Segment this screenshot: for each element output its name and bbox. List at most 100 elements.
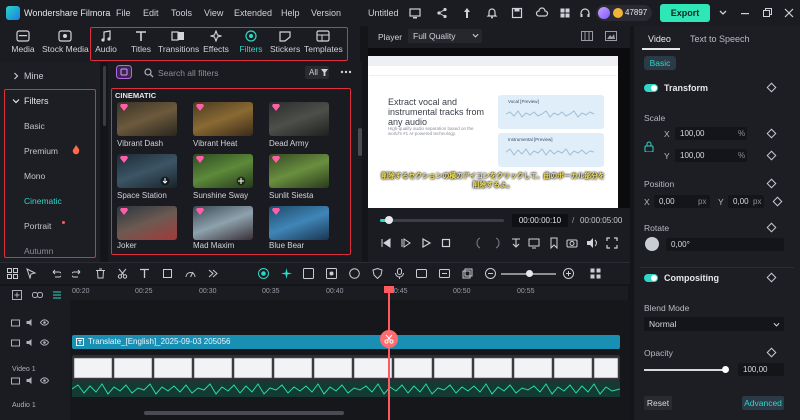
more-icon[interactable] [340, 68, 352, 76]
timecode-current[interactable]: 00:00:00:10 [512, 214, 568, 227]
snapshot-icon[interactable] [605, 31, 617, 41]
sidebar-item-mono[interactable]: Mono [24, 171, 45, 181]
undo-icon[interactable] [50, 268, 61, 279]
add-icon[interactable] [236, 176, 246, 186]
timeline-grid-icon[interactable] [590, 268, 601, 279]
quality-dropdown[interactable]: Full Quality [408, 29, 482, 43]
playback-progress-knob[interactable] [385, 216, 393, 224]
sparkle-icon[interactable] [281, 268, 292, 279]
chevron-down-icon[interactable] [12, 97, 20, 105]
track-mute-icon[interactable] [26, 338, 35, 347]
search-box[interactable]: Search all filters [138, 66, 298, 80]
volume-icon[interactable] [586, 237, 598, 249]
track-mute-icon[interactable] [26, 318, 35, 327]
rotate-dial[interactable] [645, 237, 659, 251]
blend-mode-select[interactable]: Normal [644, 317, 784, 331]
tool-stock-media[interactable]: Stock Media [42, 28, 89, 60]
select-arrow-icon[interactable] [26, 268, 37, 279]
link-icon[interactable] [32, 291, 43, 299]
opacity-slider-knob[interactable] [722, 366, 729, 373]
add-track-icon[interactable] [12, 290, 22, 300]
menu-view[interactable]: View [204, 8, 223, 18]
menu-tools[interactable]: Tools [171, 8, 192, 18]
insert-icon[interactable] [510, 237, 522, 249]
time-ruler[interactable] [70, 286, 628, 300]
play-icon[interactable] [420, 237, 432, 249]
audio-waveform[interactable] [72, 381, 620, 397]
timeline-scrollbar[interactable] [144, 411, 344, 415]
shield-icon[interactable] [372, 268, 383, 279]
tab-video[interactable]: Video [648, 34, 671, 44]
mark-in-icon[interactable] [472, 237, 484, 249]
headset-icon[interactable] [578, 6, 592, 20]
menu-extended[interactable]: Extended [234, 8, 272, 18]
prev-frame-icon[interactable] [380, 237, 392, 249]
track-folder-icon[interactable] [11, 318, 20, 327]
restore-icon[interactable] [760, 6, 774, 20]
sidebar-item-portrait[interactable]: Portrait [24, 221, 51, 231]
menu-file[interactable]: File [116, 8, 131, 18]
monitor-icon[interactable] [408, 6, 422, 20]
delete-icon[interactable] [95, 268, 106, 279]
sidebar-item-cinematic[interactable]: Cinematic [24, 196, 62, 206]
tab-text-to-speech[interactable]: Text to Speech [690, 34, 750, 44]
camera-icon[interactable] [566, 237, 578, 249]
layers-icon[interactable] [462, 268, 473, 279]
pin-icon[interactable] [460, 6, 474, 20]
track-eye-icon[interactable] [40, 318, 49, 327]
track-mute-icon[interactable] [26, 376, 35, 385]
motion-icon[interactable] [349, 268, 360, 279]
mark-out-icon[interactable] [492, 237, 504, 249]
more-tools-icon[interactable] [207, 268, 218, 279]
audio-stretch-icon[interactable] [303, 268, 314, 279]
advanced-button[interactable]: Advanced [742, 396, 784, 410]
menu-edit[interactable]: Edit [143, 8, 159, 18]
track-eye-icon[interactable] [40, 376, 49, 385]
redo-icon[interactable] [72, 268, 83, 279]
search-input[interactable]: Search all filters [158, 68, 218, 78]
sidebar-item-premium[interactable]: Premium [24, 146, 58, 156]
playback-progress-track[interactable] [380, 219, 504, 222]
microphone-icon[interactable] [394, 268, 405, 279]
tool-media[interactable]: Media [6, 28, 40, 60]
close-icon[interactable] [782, 6, 796, 20]
sidebar-item-mine[interactable]: Mine [24, 71, 44, 81]
apps-icon[interactable] [558, 6, 572, 20]
auto-beat-icon[interactable] [326, 268, 337, 279]
track-eye-icon[interactable] [40, 338, 49, 347]
cloud-upload-icon[interactable] [535, 6, 549, 20]
video-clip[interactable] [72, 355, 620, 381]
split-scissors-button[interactable] [380, 330, 398, 348]
fullscreen-icon[interactable] [606, 237, 618, 249]
sidebar-scrollbar[interactable] [103, 66, 106, 126]
speed-icon[interactable] [185, 268, 196, 279]
title-clip[interactable]: Translate_[English]_2025-09-03 205056 [72, 335, 620, 349]
menu-help[interactable]: Help [281, 8, 300, 18]
stop-icon[interactable] [440, 237, 452, 249]
scale-y-field[interactable]: 100,00 [675, 149, 747, 162]
credits-badge[interactable]: 47897 [596, 5, 652, 21]
chevron-right-icon[interactable] [12, 72, 20, 80]
rotate-field[interactable]: 0,00° [666, 238, 784, 251]
track-folder-icon[interactable] [11, 376, 20, 385]
sidebar-section-filters[interactable]: Filters [24, 96, 49, 106]
chevron-down-icon[interactable] [716, 6, 730, 20]
export-button[interactable]: Export [660, 4, 710, 22]
playhead[interactable] [388, 286, 390, 420]
bell-icon[interactable] [485, 6, 499, 20]
minimize-icon[interactable] [738, 6, 752, 20]
menu-version[interactable]: Version [311, 8, 341, 18]
zoom-in-icon[interactable] [563, 268, 574, 279]
scale-x-field[interactable]: 100,00 [675, 127, 747, 140]
sidebar-item-autumn[interactable]: Autumn [24, 246, 53, 256]
marker-icon[interactable] [548, 237, 560, 249]
compositing-toggle[interactable] [644, 274, 658, 282]
voiceover-icon[interactable] [416, 268, 427, 279]
ai-smart-icon[interactable] [258, 268, 269, 279]
opacity-slider[interactable] [644, 369, 726, 371]
opacity-field[interactable]: 100,00 [738, 363, 784, 376]
save-icon[interactable] [510, 6, 524, 20]
reset-button[interactable]: Reset [644, 396, 672, 410]
monitor-icon[interactable] [528, 237, 540, 249]
media-add-icon[interactable] [439, 268, 450, 279]
